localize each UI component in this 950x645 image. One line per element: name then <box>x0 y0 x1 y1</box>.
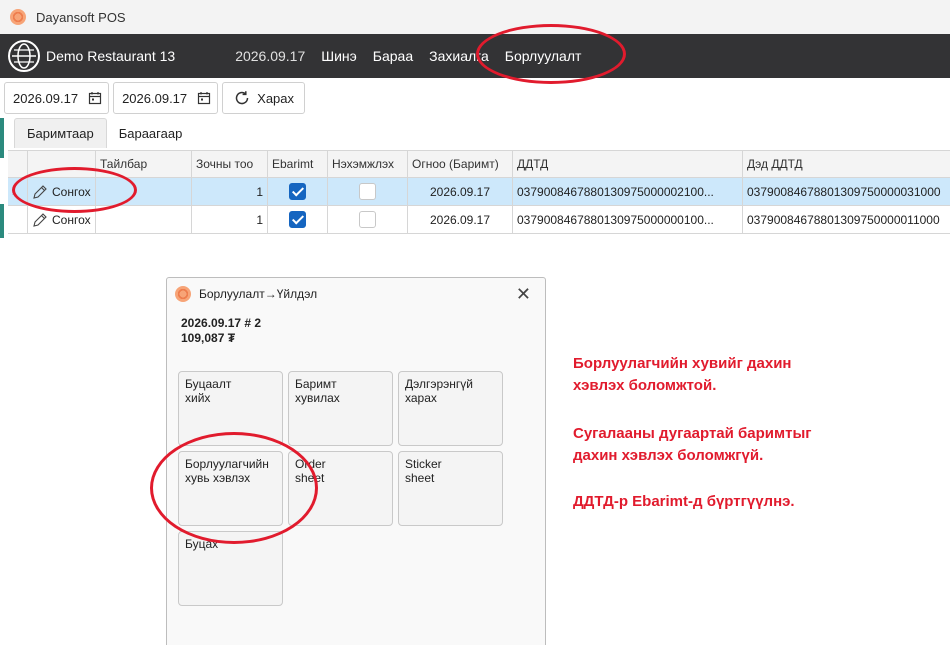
annotation-note-2: Сугалааны дугаартай баримтыг дахин хэвлэ… <box>573 425 812 464</box>
table-row[interactable]: › Сонгох 1 2026.09.17 037900846788013097… <box>8 178 950 206</box>
nav-products[interactable]: Бараа <box>373 48 413 64</box>
col-ddtd[interactable]: ДДТД <box>513 151 743 177</box>
grid-header-row: Тайлбар Зочны тоо Ebarimt Нэхэмжлэх Огно… <box>8 150 950 178</box>
calendar-icon[interactable] <box>88 91 102 105</box>
header-date: 2026.09.17 <box>235 48 306 64</box>
sticker-sheet-button[interactable]: Sticker sheet <box>398 451 503 526</box>
pencil-icon <box>33 212 47 227</box>
table-row[interactable]: Сонгох 1 2026.09.17 03790084678801309750… <box>8 206 950 234</box>
date-to-value: 2026.09.17 <box>122 90 188 106</box>
cell-sub-ddtd: 03790084678801309750000031000 <box>747 184 941 199</box>
col-indicator <box>8 151 28 177</box>
copy-receipt-button[interactable]: Баримт хувилах <box>288 371 393 446</box>
window-title: Dayansoft POS <box>36 9 126 25</box>
ebarimt-checkbox[interactable] <box>289 183 306 200</box>
annotation-note-1: Борлуулагчийн хувийг дахин хэвлэх боломж… <box>573 355 792 394</box>
calendar-icon[interactable] <box>197 91 211 105</box>
col-receipt-date[interactable]: Огноо (Баримт) <box>408 151 513 177</box>
ebarimt-checkbox[interactable] <box>289 211 306 228</box>
cell-ddtd: 0379008467880130975000002100... <box>513 178 743 205</box>
view-tabs: Баримтаар Бараагаар <box>14 118 194 148</box>
date-from-picker[interactable]: 2026.09.17 <box>4 82 110 114</box>
cell-ebarimt <box>268 206 328 233</box>
row-indicator <box>8 206 28 233</box>
filter-toolbar: 2026.09.17 2026.09.17 Харах <box>4 82 306 114</box>
select-label: Сонгох <box>52 212 91 227</box>
cell-sub-ddtd: 03790084678801309750000011000 <box>747 212 940 227</box>
cell-description <box>96 206 192 233</box>
app-logo-icon <box>175 286 191 302</box>
cell-guests: 1 <box>192 178 268 205</box>
close-icon[interactable]: ✕ <box>516 284 531 305</box>
highlight-ellipse-sales-nav <box>476 24 626 84</box>
globe-icon[interactable] <box>8 40 40 72</box>
cell-date: 2026.09.17 <box>408 178 513 205</box>
app-window: Dayansoft POS Demo Restaurant 13 2026.09… <box>0 0 950 645</box>
dialog-title: Борлуулалт→Үйлдэл <box>199 287 318 301</box>
cell-date: 2026.09.17 <box>408 206 513 233</box>
tab-by-receipt[interactable]: Баримтаар <box>14 118 107 148</box>
view-details-button[interactable]: Дэлгэрэнгүй харах <box>398 371 503 446</box>
col-sub-ddtd[interactable]: Дэд ДДТД <box>743 151 950 177</box>
left-edge-strip <box>0 78 6 645</box>
sales-grid: Тайлбар Зочны тоо Ebarimt Нэхэмжлэх Огно… <box>8 150 950 234</box>
view-button[interactable]: Харах <box>222 82 306 114</box>
refresh-icon <box>235 91 249 105</box>
annotation-note-3: ДДТД-р Ebarimt-д бүртгүүлнэ. <box>573 493 795 510</box>
highlight-ellipse-select <box>12 167 137 213</box>
date-from-value: 2026.09.17 <box>13 90 79 106</box>
date-to-picker[interactable]: 2026.09.17 <box>113 82 219 114</box>
view-button-label: Харах <box>257 90 295 106</box>
cell-guests: 1 <box>192 206 268 233</box>
invoice-checkbox[interactable] <box>359 183 376 200</box>
invoice-checkbox[interactable] <box>359 211 376 228</box>
cell-invoice <box>328 178 408 205</box>
col-ebarimt[interactable]: Ebarimt <box>268 151 328 177</box>
receipt-amount: 109,087 ₮ <box>181 331 236 345</box>
highlight-ellipse-seller-copy <box>150 432 318 544</box>
cell-invoice <box>328 206 408 233</box>
window-titlebar: Dayansoft POS <box>0 0 950 34</box>
cell-ebarimt <box>268 178 328 205</box>
tab-by-product[interactable]: Бараагаар <box>107 118 195 148</box>
cell-ddtd: 0379008467880130975000000100... <box>513 206 743 233</box>
app-logo-icon <box>10 9 26 25</box>
col-invoice[interactable]: Нэхэмжлэх <box>328 151 408 177</box>
receipt-date-number: 2026.09.17 # 2 <box>181 316 262 330</box>
restaurant-name: Demo Restaurant 13 <box>46 48 176 64</box>
app-header: Demo Restaurant 13 2026.09.17 Шинэ Бараа… <box>0 34 950 78</box>
nav-new[interactable]: Шинэ <box>321 48 357 64</box>
col-guests[interactable]: Зочны тоо <box>192 151 268 177</box>
dialog-titlebar: Борлуулалт→Үйлдэл <box>175 286 317 302</box>
